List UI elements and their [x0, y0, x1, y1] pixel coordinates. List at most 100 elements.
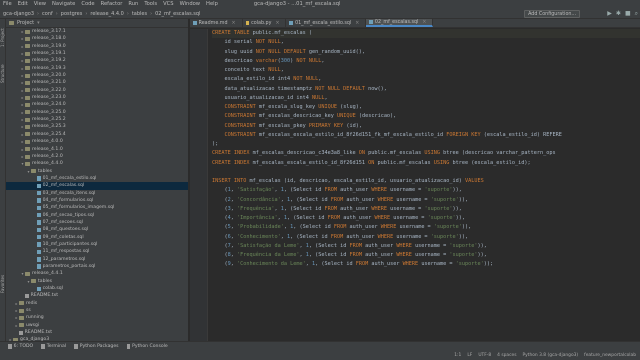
menu-run[interactable]: Run: [128, 0, 138, 9]
breadcrumb-item[interactable]: tables: [132, 9, 147, 18]
tree-item[interactable]: ▸ release_3.25.2: [6, 116, 188, 123]
tree-item[interactable]: 06_mf_secao_tipos.sql: [6, 212, 188, 219]
code-token: FROM: [349, 242, 366, 249]
tree-item[interactable]: 11_mf_respostas.sql: [6, 248, 188, 255]
tree-item[interactable]: 10_mf_participantes.sql: [6, 241, 188, 248]
tree-item[interactable]: ▸ release_4.1.0: [6, 146, 188, 153]
close-icon[interactable]: ×: [232, 19, 236, 28]
bug-icon[interactable]: ✱: [616, 10, 621, 18]
tree-item[interactable]: ▸ release_3.24.0: [6, 101, 188, 108]
status-item[interactable]: LF: [467, 351, 472, 360]
code-token: conceito text: [212, 67, 269, 73]
menu-edit[interactable]: Edit: [18, 0, 28, 9]
tree-item[interactable]: 05_mf_formularios_imagem.sql: [6, 204, 188, 211]
tree-item[interactable]: ▸ release_3.19.3: [6, 65, 188, 72]
stop-icon[interactable]: ■: [625, 10, 631, 18]
code-token: , (Select id: [283, 205, 325, 212]
search-icon[interactable]: ⌕: [635, 10, 638, 18]
editor-tab[interactable]: 02_mf_escalas.sql ×: [366, 19, 434, 27]
run-configuration-dropdown[interactable]: Add Configuration...: [524, 10, 580, 18]
tree-item[interactable]: 07_mf_secoes.sql: [6, 219, 188, 226]
menu-vcs[interactable]: VCS: [163, 0, 173, 9]
tree-item[interactable]: ▾ release_4.4.1: [6, 270, 188, 277]
menu-file[interactable]: File: [3, 0, 12, 9]
tree-item[interactable]: 09_mf_coletas.sql: [6, 234, 188, 241]
tool-window-button[interactable]: 6: TODO: [8, 342, 33, 351]
tool-window-button[interactable]: Python Console: [126, 342, 168, 351]
close-icon[interactable]: ×: [275, 19, 279, 28]
code-line: CONSTRAINT mf_escalas_descricao_key UNIQ…: [212, 112, 640, 121]
tree-item-label: README.txt: [30, 293, 59, 299]
menu-tools[interactable]: Tools: [144, 0, 157, 9]
tool-window-button[interactable]: Python Packages: [74, 342, 119, 351]
tree-item[interactable]: 02_mf_escalas.sql: [6, 182, 188, 190]
code-token: );: [212, 141, 219, 147]
tree-item[interactable]: 08_mf_questoes.sql: [6, 226, 188, 233]
chevron-down-icon[interactable]: ▾: [37, 19, 40, 28]
play-icon[interactable]: ▶: [607, 10, 612, 18]
breadcrumb-item[interactable]: postgres: [61, 9, 83, 18]
tree-item[interactable]: ▸ release_3.22.0: [6, 87, 188, 94]
status-item[interactable]: feature_newportalcolab: [584, 351, 636, 360]
tree-item[interactable]: 01_mf_escala_estilo.sql: [6, 175, 188, 182]
tree-item[interactable]: ▾ tables: [6, 168, 188, 175]
editor-tab[interactable]: Readme.md ×: [190, 19, 243, 27]
tree-item[interactable]: ▸ release_3.21.0: [6, 79, 188, 86]
tree-item[interactable]: ▸ release_3.25.0: [6, 109, 188, 116]
close-icon[interactable]: ×: [355, 19, 359, 28]
code-line: CONSTRAINT mf_escalas_pkey PRIMARY KEY (…: [212, 122, 640, 131]
breadcrumb-item[interactable]: gca-django3: [3, 9, 34, 18]
breadcrumb-item[interactable]: release_4.4.0: [90, 9, 123, 18]
menu-help[interactable]: Help: [206, 0, 218, 9]
tree-item[interactable]: ▾ release_4.4.0: [6, 160, 188, 167]
menu-navigate[interactable]: Navigate: [52, 0, 75, 9]
editor-tab[interactable]: 01_mf_escala_estilo.sql ×: [286, 19, 367, 28]
breadcrumb-item[interactable]: 02_mf_escalas.sql: [155, 9, 200, 18]
tree-item[interactable]: ▸ release_3.17.1: [6, 28, 188, 35]
tree-item[interactable]: ▸ release_3.20.0: [6, 72, 188, 79]
code-line: (2, 'Concordância', 1, (Select id FROM a…: [212, 196, 640, 205]
close-icon[interactable]: ×: [422, 19, 426, 27]
tree-item[interactable]: ▸ release_3.25.3: [6, 123, 188, 130]
tree-item[interactable]: ▸ release_4.0.0: [6, 138, 188, 145]
tree-item[interactable]: ▸ release_3.18.0: [6, 35, 188, 42]
menu-view[interactable]: View: [34, 0, 46, 9]
tree-item[interactable]: ▸ ss: [6, 307, 188, 314]
menu-code[interactable]: Code: [81, 0, 94, 9]
tree-item[interactable]: README.txt: [6, 292, 188, 299]
tree-item[interactable]: colab.sql: [6, 285, 188, 292]
tree-item[interactable]: ▸ uwsgi: [6, 322, 188, 329]
status-item[interactable]: UTF-8: [478, 351, 491, 360]
tree-item[interactable]: 04_mf_formularios.sql: [6, 197, 188, 204]
status-item[interactable]: 1:1: [454, 351, 461, 360]
tree-item[interactable]: ▸ running: [6, 314, 188, 321]
code-token: data_atualizacao timestamptz: [212, 85, 316, 92]
tree-item[interactable]: 12_parametros.sql: [6, 256, 188, 263]
tree-item[interactable]: ▸ release_3.19.1: [6, 50, 188, 57]
tree-item[interactable]: ▸ release_3.25.4: [6, 131, 188, 138]
tree-item[interactable]: ▸ release_4.2.0: [6, 153, 188, 160]
menu-refactor[interactable]: Refactor: [101, 0, 123, 9]
project-panel-title[interactable]: Project: [17, 19, 34, 28]
status-item[interactable]: 4 spaces: [497, 351, 516, 360]
code-token: 'suporte': [430, 196, 459, 203]
folder-icon: [19, 301, 24, 306]
tree-item[interactable]: ▸ release_3.19.0: [6, 43, 188, 50]
code-editor[interactable]: CREATE TABLE public.mf_escalas ( id seri…: [212, 29, 640, 270]
tree-item[interactable]: 03_mf_escala_itens.sql: [6, 190, 188, 197]
code-token: 'suporte': [449, 252, 478, 258]
code-token: escala_estilo_id int4: [212, 76, 294, 83]
tool-window-button[interactable]: Terminal: [41, 342, 66, 351]
menu-window[interactable]: Window: [180, 0, 200, 9]
tree-item[interactable]: ▸ redis: [6, 300, 188, 307]
tree-item[interactable]: README.txt: [6, 329, 188, 336]
folder-icon: [25, 132, 30, 137]
editor-tab[interactable]: colab.py ×: [243, 19, 287, 27]
tree-item[interactable]: ▾ tables: [6, 278, 188, 285]
tree-item[interactable]: parametros_portais.sql: [6, 263, 188, 270]
breadcrumb-item[interactable]: conf: [42, 9, 53, 18]
tree-item[interactable]: ▸ release_3.23.0: [6, 94, 188, 101]
code-token: NOT NULL DEFAULT: [315, 85, 369, 92]
tree-item[interactable]: ▸ release_3.19.2: [6, 57, 188, 64]
status-item[interactable]: Python 3.8 (gca-django3): [523, 351, 579, 360]
